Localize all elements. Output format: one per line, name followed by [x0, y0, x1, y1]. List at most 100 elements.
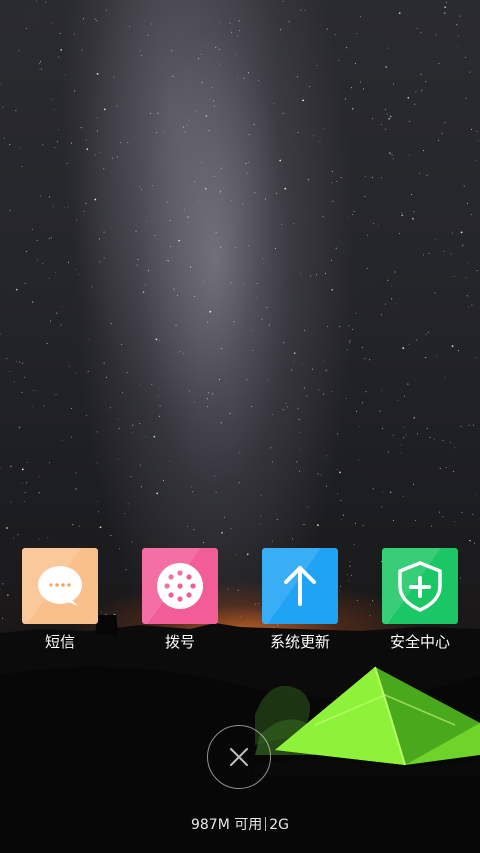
star [131, 432, 133, 433]
star [407, 96, 410, 99]
star [77, 274, 79, 276]
star [391, 285, 393, 287]
star [266, 306, 268, 309]
star [121, 392, 123, 394]
star [453, 471, 455, 472]
star [268, 325, 270, 327]
star [129, 26, 131, 28]
star [446, 2, 448, 3]
star [337, 433, 339, 435]
star [183, 209, 185, 210]
star [215, 492, 217, 493]
star [469, 71, 471, 73]
memory-status: 987M 可用 2G [0, 815, 480, 835]
star [141, 55, 142, 57]
star [43, 405, 45, 407]
app-messages[interactable]: 短信 [0, 548, 120, 658]
star [326, 28, 328, 30]
star [457, 35, 459, 37]
star [340, 177, 342, 179]
dialer-tile[interactable] [142, 548, 218, 624]
star [230, 528, 232, 530]
star [457, 350, 459, 352]
star [285, 402, 287, 404]
star [21, 468, 24, 471]
star [466, 202, 468, 204]
star [13, 381, 15, 383]
star [139, 383, 141, 385]
star [382, 427, 384, 429]
star [18, 426, 21, 429]
star [463, 185, 466, 187]
star [117, 458, 119, 460]
star [394, 271, 396, 273]
star [236, 77, 238, 79]
star [208, 130, 210, 132]
star [415, 91, 417, 93]
star [349, 340, 351, 342]
star [190, 266, 192, 268]
app-system-update[interactable]: 系统更新 [240, 548, 360, 658]
memory-separator [265, 817, 267, 831]
star [239, 30, 241, 31]
star [299, 470, 300, 472]
star [348, 325, 350, 327]
star [140, 464, 142, 466]
star [279, 159, 282, 162]
star [271, 461, 273, 463]
star [309, 86, 311, 88]
star [224, 516, 226, 518]
star [317, 524, 319, 527]
star [229, 22, 231, 24]
arrow-up-icon [284, 566, 316, 606]
star [40, 195, 42, 197]
star [451, 345, 454, 347]
star [259, 523, 261, 525]
star [421, 89, 423, 91]
star [118, 428, 120, 430]
security-center-tile[interactable] [382, 548, 458, 624]
star [247, 72, 249, 74]
star [312, 368, 313, 370]
star [103, 257, 105, 259]
star [218, 379, 220, 380]
star [281, 223, 283, 225]
star [97, 501, 99, 503]
star [414, 520, 416, 522]
star [48, 237, 50, 239]
star [468, 424, 470, 426]
star [38, 476, 40, 478]
star [423, 254, 424, 256]
star [189, 119, 191, 121]
app-dialer[interactable]: 拨号 [120, 548, 240, 658]
star [110, 534, 112, 536]
messages-tile[interactable] [22, 548, 98, 624]
star [325, 273, 326, 275]
star [82, 18, 84, 20]
star [356, 410, 357, 412]
star [132, 424, 134, 426]
star [73, 33, 75, 35]
star [163, 131, 165, 133]
star [470, 213, 472, 215]
star [424, 357, 426, 359]
star [426, 174, 428, 176]
star [49, 196, 50, 198]
star [72, 524, 74, 526]
star [471, 304, 473, 306]
close-button[interactable] [207, 725, 271, 789]
app-security-center[interactable]: 安全中心 [360, 548, 480, 658]
star [307, 506, 309, 508]
system-update-tile[interactable] [262, 548, 338, 624]
star [126, 372, 128, 374]
star [172, 75, 174, 77]
star [414, 103, 416, 105]
star [475, 160, 477, 162]
star [359, 16, 361, 18]
star [408, 120, 410, 122]
star [335, 247, 337, 249]
star [425, 333, 427, 335]
star [361, 402, 363, 404]
star [353, 211, 355, 212]
star [6, 357, 8, 359]
